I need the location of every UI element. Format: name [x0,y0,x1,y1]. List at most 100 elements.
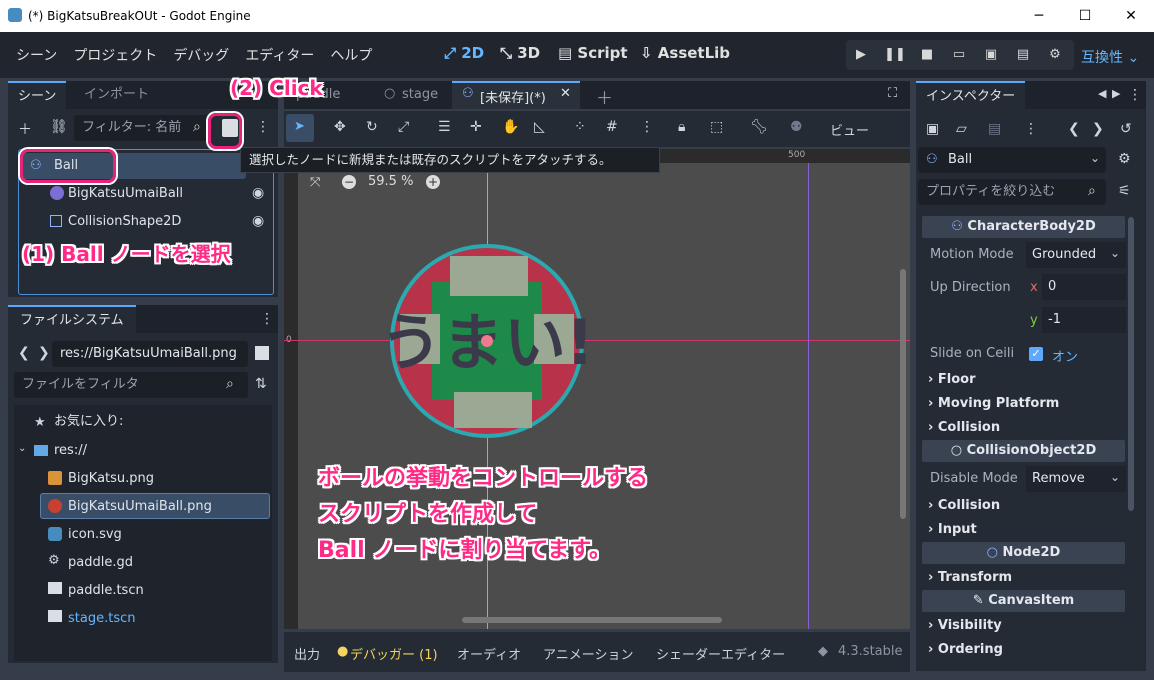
menu-project[interactable]: プロジェクト [65,45,165,65]
tab-audio[interactable]: オーディオ [457,644,521,663]
workspace-3d[interactable]: ⤡ 3D [500,44,540,62]
fullscreen-icon[interactable]: ⛶ [888,86,897,101]
new-resource-icon[interactable]: ▣ [926,121,939,137]
add-node-icon[interactable]: ＋ [18,119,32,139]
minimize-button[interactable]: ─ [1016,0,1062,32]
path-field[interactable]: res://BigKatsuUmaiBall.png [52,341,248,367]
more-icon[interactable]: ⋮ [256,119,270,135]
history-icon[interactable]: ↺ [1120,121,1132,137]
tab-scene[interactable]: シーン [8,81,67,109]
tab-inspector[interactable]: インスペクター [916,81,1026,109]
group-ordering[interactable]: › Ordering [928,642,1003,657]
scale-tool-icon[interactable]: ⤢ [398,119,409,135]
tab-animation[interactable]: アニメーション [543,644,633,663]
workspace-script[interactable]: ▤ Script [558,44,628,62]
checkbox-checked-icon[interactable]: ✓ [1029,347,1043,361]
tab-stage[interactable]: stage [402,87,438,102]
inspector-node-select[interactable]: Ball [918,147,1106,173]
favorites-label[interactable]: お気に入り: [54,409,123,435]
forward-icon[interactable]: ❯ [38,345,50,361]
node-settings-icon[interactable]: ⚙ [1118,151,1131,167]
zoom-in-icon[interactable]: + [426,175,440,189]
section-characterbody2d[interactable]: ⚇ CharacterBody2D [922,216,1125,238]
play-custom-icon[interactable]: ▤ [1008,42,1038,68]
tab-output[interactable]: 出力 [294,644,320,663]
workspace-assetlib[interactable]: ⇩ AssetLib [640,44,730,62]
pan-icon[interactable]: ✋ [502,119,519,135]
prev-icon[interactable]: ◀ [1098,87,1106,100]
play-icon[interactable]: ▶ [846,42,876,68]
open-folder-icon[interactable]: ▱ [956,121,967,137]
snap-icon[interactable]: ⁘ [574,119,586,135]
inspector-scrollbar[interactable] [1128,217,1134,511]
renderer-select[interactable]: 互換性 ⌄ [1081,47,1139,67]
history-back-icon[interactable]: ❮ [1068,121,1080,137]
view-mode-icon[interactable] [255,346,269,360]
group-moving-platform[interactable]: › Moving Platform [928,396,1059,411]
menu-scene[interactable]: シーン [8,45,65,65]
menu-help[interactable]: ヘルプ [322,45,380,65]
bone-icon[interactable]: 🦴︎ [750,119,768,135]
more-icon[interactable]: ⋮ [260,311,274,327]
back-icon[interactable]: ❮ [18,345,30,361]
file-icon-svg[interactable]: icon.svg [68,522,122,548]
workspace-2d[interactable]: ⤢ 2D [444,44,484,62]
group-input[interactable]: › Input [928,522,977,537]
file-bigkatsu-png[interactable]: BigKatsu.png [68,466,154,492]
pause-icon[interactable]: ❚❚ [880,42,910,68]
sort-icon[interactable]: ⇅ [255,376,267,392]
group-floor[interactable]: › Floor [928,372,976,387]
section-collisionobject2d[interactable]: ○ CollisionObject2D [922,440,1125,462]
menu-editor[interactable]: エディター [237,45,322,65]
grid-snap-icon[interactable]: # [606,119,618,135]
stop-icon[interactable]: ■ [912,42,942,68]
file-stage-tscn[interactable]: stage.tscn [68,606,135,632]
section-node2d[interactable]: ○ Node2D [922,542,1125,564]
tab-shader-editor[interactable]: シェーダーエディター [656,644,785,663]
tab-debugger[interactable]: デバッガー (1) [350,644,438,663]
remote-debug-icon[interactable]: ▭ [944,42,974,68]
rotate-tool-icon[interactable]: ↻ [366,119,378,135]
expand-icon[interactable]: ⌄ [18,443,26,454]
group-transform[interactable]: › Transform [928,570,1012,585]
maximize-button[interactable]: ☐ [1062,0,1108,32]
close-tab-icon[interactable]: ✕ [560,86,571,101]
group-collision-2[interactable]: › Collision [928,498,1000,513]
history-forward-icon[interactable]: ❯ [1092,121,1104,137]
next-icon[interactable]: ▶ [1112,87,1120,100]
tab-import[interactable]: インポート [74,81,159,109]
group-icon[interactable]: ⬚ [710,119,723,135]
link-icon[interactable]: ⛓ [50,119,68,135]
file-bigkatsuumaiball-png[interactable]: BigKatsuUmaiBall.png [68,494,212,520]
tree-node-bigkatsuumaiball[interactable]: BigKatsuUmaiBall [68,181,183,207]
close-button[interactable]: ✕ [1108,0,1154,32]
filter-settings-icon[interactable]: ⚟ [1118,183,1131,199]
ball-sprite[interactable]: うまい! [388,242,586,440]
visibility-eye-icon[interactable]: ◉ [252,185,264,201]
new-tab-icon[interactable]: ＋ [596,84,613,109]
pivot-icon[interactable]: ✛ [470,119,482,135]
prop-up-y-input[interactable]: -1 [1042,307,1126,333]
lock-icon[interactable]: 🔒︎ [678,119,685,135]
prop-up-x-input[interactable]: 0 [1042,274,1126,300]
view-menu[interactable]: ビュー [830,120,869,139]
file-paddle-gd[interactable]: paddle.gd [68,550,133,576]
section-canvasitem[interactable]: ✎ CanvasItem [922,590,1125,612]
viewport-vscroll[interactable] [900,269,906,519]
file-paddle-tscn[interactable]: paddle.tscn [68,578,144,604]
scene-filter-input[interactable]: フィルター: 名前 [74,115,210,141]
group-collision[interactable]: › Collision [928,420,1000,435]
movie-maker-icon[interactable]: ⚙ [1040,42,1070,68]
file-filter-input[interactable]: ファイルをフィルタ [14,372,248,398]
more-icon[interactable]: ⋮ [640,119,654,135]
res-root[interactable]: res:// [54,438,87,464]
tree-node-collisionshape2d[interactable]: CollisionShape2D [68,209,181,235]
more-icon[interactable]: ⋮ [1128,87,1142,103]
menu-debug[interactable]: デバッグ [165,45,237,65]
property-filter-input[interactable]: プロパティを絞り込む [918,179,1106,205]
play-scene-icon[interactable]: ▣ [976,42,1006,68]
zoom-reset-icon[interactable]: ⤧ [310,175,320,190]
more-icon[interactable]: ⋮ [1024,121,1038,137]
list-select-icon[interactable]: ☰ [438,119,451,135]
visibility-eye-icon[interactable]: ◉ [252,213,264,229]
